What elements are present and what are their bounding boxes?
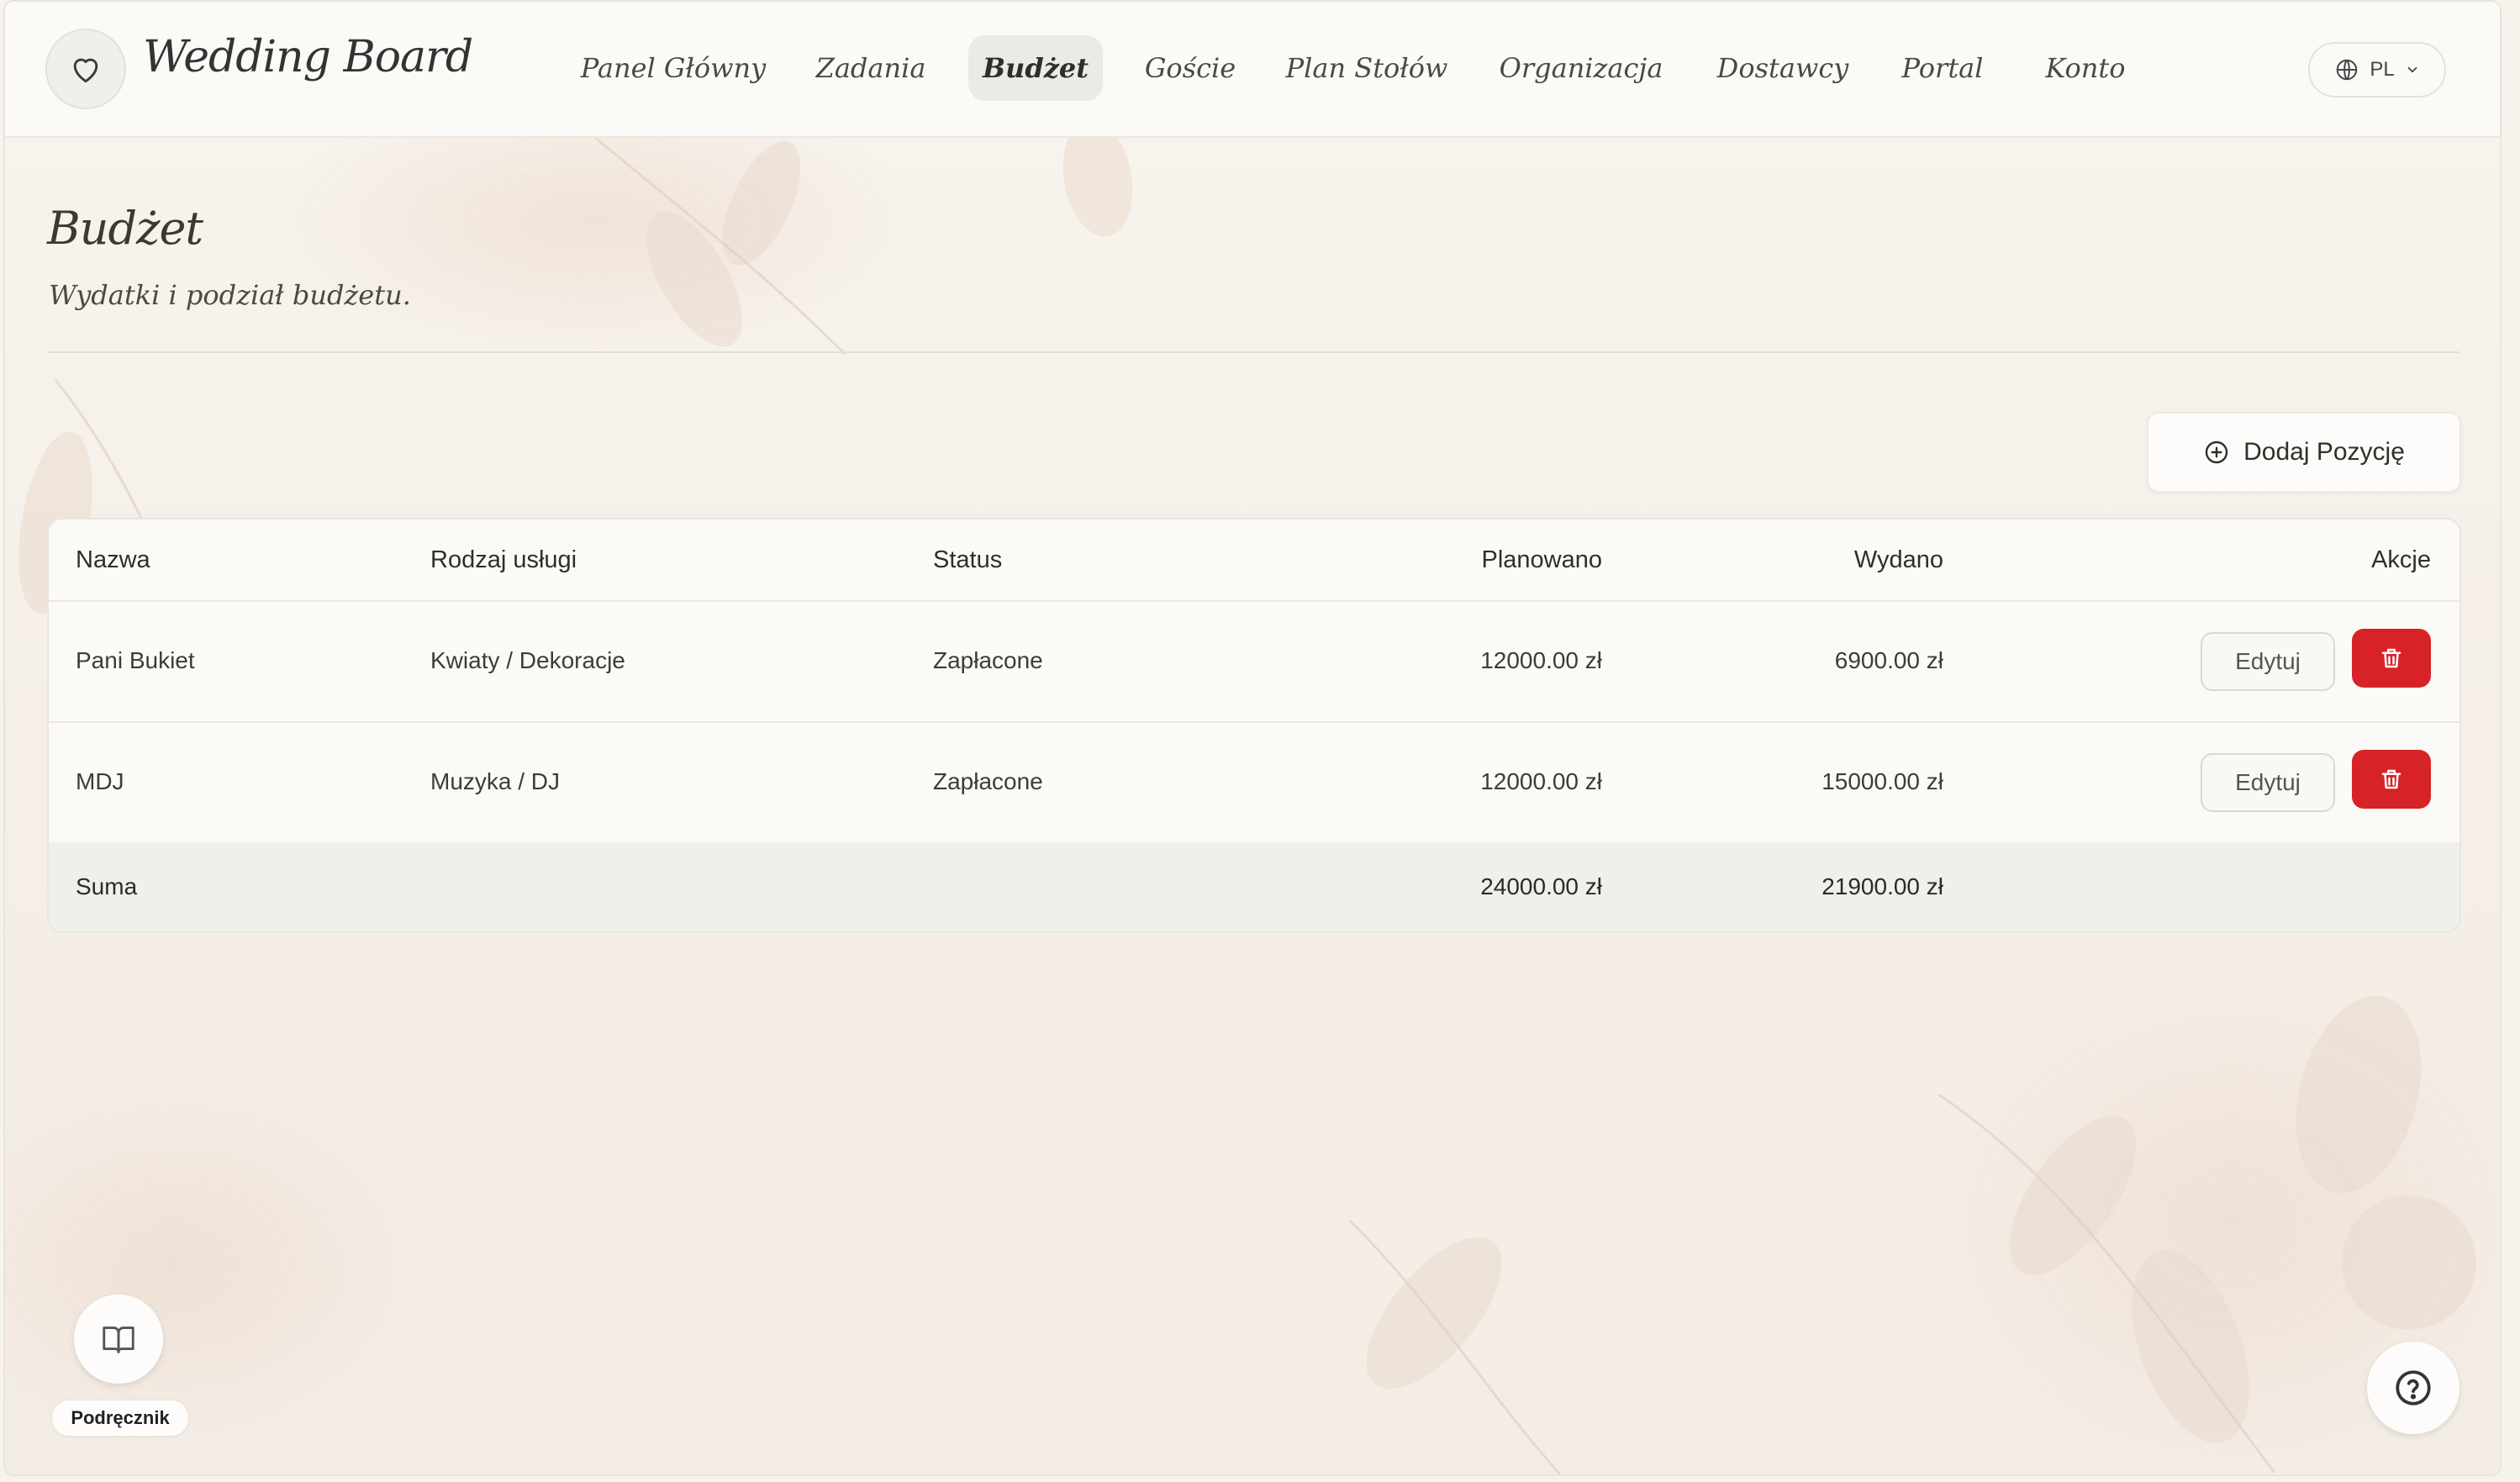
table-total-row: Suma 24000.00 zł 21900.00 zł [49, 842, 2459, 931]
cell-name: MDJ [76, 768, 124, 794]
language-selector[interactable]: PL [2308, 42, 2446, 98]
cell-planned: 12000.00 zł [1480, 647, 1602, 673]
budget-table: Nazwa Rodzaj usługi Status Planowano Wyd… [47, 518, 2461, 933]
nav-item-konto[interactable]: Konto [2031, 35, 2140, 101]
top-header: Wedding Board Panel Główny Zadania Budże… [5, 2, 2500, 138]
col-header-akcje: Akcje [2371, 546, 2431, 573]
cell-name: Pani Bukiet [76, 647, 195, 673]
col-header-status: Status [933, 546, 1003, 573]
nav-item-panel-glowny[interactable]: Panel Główny [577, 35, 770, 101]
delete-button[interactable] [2352, 750, 2431, 809]
globe-icon [2337, 59, 2358, 81]
edit-button[interactable]: Edytuj [2201, 753, 2335, 812]
chevron-down-icon [2407, 66, 2417, 73]
total-label: Suma [76, 873, 138, 899]
col-header-nazwa: Nazwa [76, 546, 150, 573]
cell-planned: 12000.00 zł [1480, 768, 1602, 794]
page-subtitle: Wydatki i podział budżetu. [49, 279, 411, 311]
col-header-planowano: Planowano [1481, 546, 1603, 573]
page-title: Budżet [47, 202, 203, 255]
nav-item-dostawcy[interactable]: Dostawcy [1711, 35, 1854, 101]
handbook-label[interactable]: Podręcznik [52, 1400, 188, 1436]
app-window: Wedding Board Panel Główny Zadania Budże… [5, 2, 2500, 1474]
table-row: MDJ Muzyka / DJ Zapłacone 12000.00 zł 15… [49, 721, 2459, 844]
nav-item-budzet[interactable]: Budżet [968, 35, 1103, 101]
col-header-rodzaj: Rodzaj usługi [430, 546, 577, 573]
trash-icon [2381, 648, 2401, 668]
cell-status: Zapłacone [933, 768, 1043, 794]
nav-item-zadania[interactable]: Zadania [804, 35, 938, 101]
main-nav: Panel Główny Zadania Budżet Goście Plan … [5, 2, 2500, 136]
delete-button[interactable] [2352, 629, 2431, 688]
book-icon [103, 1326, 134, 1353]
trash-icon [2381, 769, 2401, 789]
total-spent: 21900.00 zł [1821, 873, 1943, 899]
col-header-wydano: Wydano [1853, 546, 1943, 573]
cell-status: Zapłacone [933, 647, 1043, 673]
nav-item-goscie[interactable]: Goście [1131, 35, 1249, 101]
cell-spent: 6900.00 zł [1834, 647, 1943, 673]
nav-item-organizacja[interactable]: Organizacja [1484, 35, 1678, 101]
cell-spent: 15000.00 zł [1821, 768, 1943, 794]
edit-button[interactable]: Edytuj [2201, 632, 2335, 691]
help-circle-icon [2396, 1370, 2431, 1406]
add-item-button[interactable]: Dodaj Pozycję [2147, 412, 2461, 493]
header-divider [47, 351, 2459, 353]
language-code: PL [2370, 58, 2395, 81]
table-row: Pani Bukiet Kwiaty / Dekoracje Zapłacone… [49, 600, 2459, 723]
nav-item-plan-stolow[interactable]: Plan Stołów [1283, 35, 1451, 101]
nav-item-portal[interactable]: Portal [1888, 35, 1997, 101]
add-item-label: Dodaj Pozycję [2243, 438, 2405, 466]
total-planned: 24000.00 zł [1480, 873, 1602, 899]
handbook-button[interactable] [74, 1295, 163, 1384]
cell-service: Kwiaty / Dekoracje [430, 647, 625, 673]
cell-service: Muzyka / DJ [430, 768, 561, 794]
table-header-row: Nazwa Rodzaj usługi Status Planowano Wyd… [49, 519, 2459, 602]
plus-circle-icon [2205, 440, 2228, 464]
help-button[interactable] [2367, 1342, 2459, 1434]
